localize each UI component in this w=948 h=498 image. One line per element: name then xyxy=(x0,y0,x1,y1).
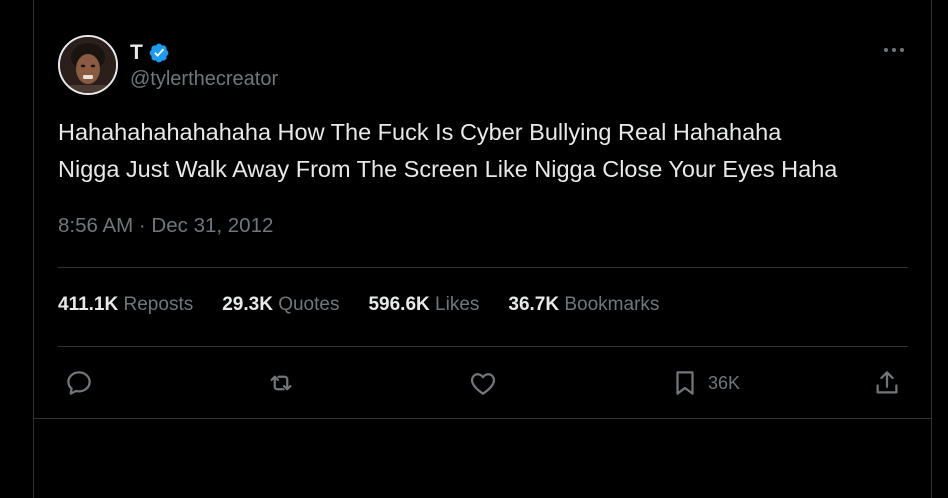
action-bar: 36K xyxy=(34,364,933,404)
more-options-icon[interactable] xyxy=(881,40,907,60)
reply-button[interactable] xyxy=(64,368,94,398)
divider-bottom xyxy=(58,346,908,347)
bookmark-button[interactable]: 36K xyxy=(670,368,740,398)
reply-icon xyxy=(67,371,91,395)
repost-button[interactable] xyxy=(266,368,296,398)
tweet-timestamp[interactable]: 8:56 AM · Dec 31, 2012 xyxy=(58,214,273,238)
author-names: T @tylerthecreator xyxy=(130,40,278,91)
divider-top xyxy=(58,267,908,268)
tweet-bottom-border xyxy=(34,418,931,419)
bookmark-count: 36K xyxy=(708,372,741,393)
avatar-image xyxy=(60,37,116,93)
engagement-stats: 411.1K Reposts 29.3K Quotes 596.6K Likes… xyxy=(58,294,688,316)
repost-icon xyxy=(270,375,292,391)
display-name[interactable]: T xyxy=(130,41,143,65)
name-row: T xyxy=(130,40,278,66)
stat-quotes[interactable]: 29.3K Quotes xyxy=(222,294,339,316)
share-icon xyxy=(876,371,898,394)
like-button[interactable] xyxy=(468,368,498,398)
tweet-column: T @tylerthecreator Hahahahahahahaha How … xyxy=(33,0,932,498)
share-button[interactable] xyxy=(872,368,902,398)
stat-bookmarks[interactable]: 36.7K Bookmarks xyxy=(508,294,659,316)
author-handle[interactable]: @tylerthecreator xyxy=(130,68,278,91)
tweet-text: Hahahahahahahaha How The Fuck Is Cyber B… xyxy=(58,119,838,182)
stat-likes[interactable]: 596.6K Likes xyxy=(368,294,479,316)
avatar[interactable] xyxy=(58,35,118,95)
like-icon xyxy=(470,373,496,395)
bookmark-icon xyxy=(676,371,694,395)
verified-badge-icon[interactable] xyxy=(148,42,170,64)
stat-reposts[interactable]: 411.1K Reposts xyxy=(58,294,193,316)
tweet-header: T @tylerthecreator xyxy=(58,35,278,95)
